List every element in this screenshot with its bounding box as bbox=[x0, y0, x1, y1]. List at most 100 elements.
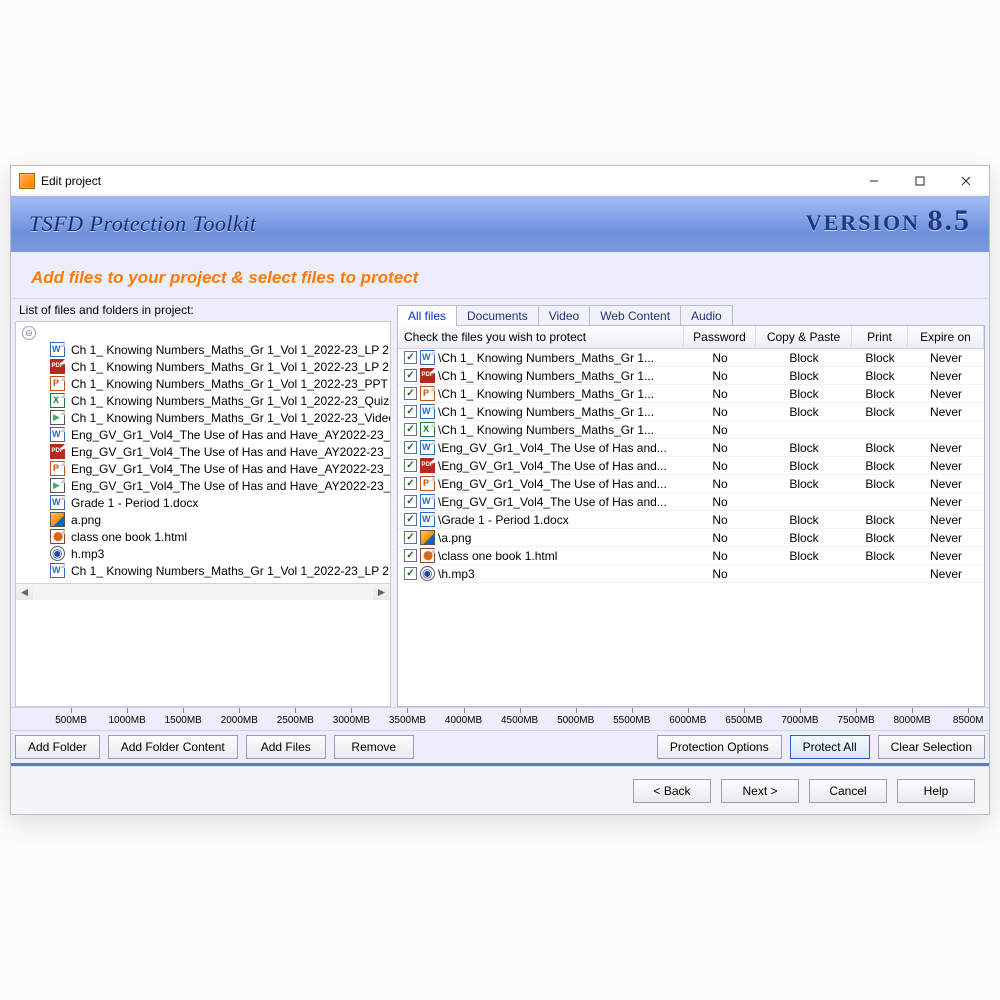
grid-row[interactable]: \Eng_GV_Gr1_Vol4_The Use of Has and...No… bbox=[398, 439, 984, 457]
row-file-label: \h.mp3 bbox=[438, 567, 475, 581]
grid-row[interactable]: \Ch 1_ Knowing Numbers_Maths_Gr 1...NoBl… bbox=[398, 385, 984, 403]
project-files-label: List of files and folders in project: bbox=[15, 303, 391, 321]
grid-row[interactable]: \Eng_GV_Gr1_Vol4_The Use of Has and...No… bbox=[398, 457, 984, 475]
grid-body[interactable]: \Ch 1_ Knowing Numbers_Maths_Gr 1...NoBl… bbox=[398, 349, 984, 583]
add-folder-content-button[interactable]: Add Folder Content bbox=[108, 735, 238, 759]
row-print: Block bbox=[852, 387, 908, 401]
next-button[interactable]: Next > bbox=[721, 779, 799, 803]
window-title: Edit project bbox=[41, 174, 101, 188]
row-checkbox[interactable] bbox=[404, 531, 417, 544]
tree-item[interactable]: a.png bbox=[22, 511, 390, 528]
file-type-tabs: All filesDocumentsVideoWeb ContentAudio bbox=[397, 303, 985, 325]
row-checkbox[interactable] bbox=[404, 351, 417, 364]
tree-item-label: Eng_GV_Gr1_Vol4_The Use of Has and Have_… bbox=[69, 428, 391, 442]
tab-web-content[interactable]: Web Content bbox=[589, 305, 681, 326]
protect-all-button[interactable]: Protect All bbox=[790, 735, 870, 759]
grid-row[interactable]: \a.pngNoBlockBlockNever bbox=[398, 529, 984, 547]
tree-item[interactable]: Ch 1_ Knowing Numbers_Maths_Gr 1_Vol 1_2… bbox=[22, 562, 390, 579]
tree-item[interactable]: Ch 1_ Knowing Numbers_Maths_Gr 1_Vol 1_2… bbox=[22, 392, 390, 409]
row-expire: Never bbox=[908, 387, 984, 401]
xlsx-file-icon bbox=[50, 393, 65, 408]
grid-row[interactable]: \Ch 1_ Knowing Numbers_Maths_Gr 1...NoBl… bbox=[398, 367, 984, 385]
row-copy: Block bbox=[756, 369, 852, 383]
tree-item-label: Ch 1_ Knowing Numbers_Maths_Gr 1_Vol 1_2… bbox=[69, 343, 391, 357]
scroll-left-icon[interactable]: ◄ bbox=[16, 585, 33, 600]
cd-root-icon: ⊝ bbox=[22, 326, 36, 340]
tree-horizontal-scrollbar[interactable]: ◄ ► bbox=[16, 583, 390, 600]
tree-item[interactable]: Ch 1_ Knowing Numbers_Maths_Gr 1_Vol 1_2… bbox=[22, 409, 390, 426]
protection-options-button[interactable]: Protection Options bbox=[657, 735, 782, 759]
help-button[interactable]: Help bbox=[897, 779, 975, 803]
tree-item[interactable]: Grade 1 - Period 1.docx bbox=[22, 494, 390, 511]
row-checkbox[interactable] bbox=[404, 441, 417, 454]
row-checkbox[interactable] bbox=[404, 477, 417, 490]
back-button[interactable]: < Back bbox=[633, 779, 711, 803]
scroll-right-icon[interactable]: ► bbox=[373, 585, 390, 600]
tree-item[interactable]: class one book 1.html bbox=[22, 528, 390, 545]
grid-row[interactable]: \Ch 1_ Knowing Numbers_Maths_Gr 1...NoBl… bbox=[398, 349, 984, 367]
mp4-file-icon bbox=[50, 478, 65, 493]
ruler-label: 8000MB bbox=[893, 715, 930, 726]
col-expire-header[interactable]: Expire on bbox=[908, 326, 984, 348]
minimize-button[interactable] bbox=[851, 166, 897, 196]
col-file-header[interactable]: Check the files you wish to protect bbox=[398, 326, 684, 348]
row-checkbox[interactable] bbox=[404, 549, 417, 562]
grid-row[interactable]: \Grade 1 - Period 1.docxNoBlockBlockNeve… bbox=[398, 511, 984, 529]
tree-item[interactable]: Eng_GV_Gr1_Vol4_The Use of Has and Have_… bbox=[22, 426, 390, 443]
ruler-label: 5000MB bbox=[557, 715, 594, 726]
row-checkbox[interactable] bbox=[404, 513, 417, 526]
remove-button[interactable]: Remove bbox=[334, 735, 414, 759]
grid-header: Check the files you wish to protect Pass… bbox=[398, 326, 984, 349]
col-copy-header[interactable]: Copy & Paste bbox=[756, 326, 852, 348]
clear-selection-button[interactable]: Clear Selection bbox=[878, 735, 985, 759]
tab-all-files[interactable]: All files bbox=[397, 305, 457, 326]
row-checkbox[interactable] bbox=[404, 459, 417, 472]
grid-row[interactable]: \class one book 1.htmlNoBlockBlockNever bbox=[398, 547, 984, 565]
row-expire: Never bbox=[908, 369, 984, 383]
cancel-button[interactable]: Cancel bbox=[809, 779, 887, 803]
maximize-button[interactable] bbox=[897, 166, 943, 196]
ruler-label: 7000MB bbox=[781, 715, 818, 726]
tree-item[interactable]: Ch 1_ Knowing Numbers_Maths_Gr 1_Vol 1_2… bbox=[22, 341, 390, 358]
col-password-header[interactable]: Password bbox=[684, 326, 756, 348]
close-button[interactable] bbox=[943, 166, 989, 196]
tree-item[interactable]: Eng_GV_Gr1_Vol4_The Use of Has and Have_… bbox=[22, 460, 390, 477]
col-print-header[interactable]: Print bbox=[852, 326, 908, 348]
grid-row[interactable]: \Eng_GV_Gr1_Vol4_The Use of Has and...No… bbox=[398, 475, 984, 493]
work-area: List of files and folders in project: ⊝ … bbox=[11, 299, 989, 707]
row-print: Block bbox=[852, 441, 908, 455]
doc-file-icon bbox=[420, 404, 435, 419]
titlebar: Edit project bbox=[11, 166, 989, 196]
grid-row[interactable]: \Eng_GV_Gr1_Vol4_The Use of Has and...No… bbox=[398, 493, 984, 511]
row-file-label: \Ch 1_ Knowing Numbers_Maths_Gr 1... bbox=[438, 405, 654, 419]
tree-item[interactable]: Ch 1_ Knowing Numbers_Maths_Gr 1_Vol 1_2… bbox=[22, 358, 390, 375]
tab-documents[interactable]: Documents bbox=[456, 305, 539, 326]
grid-row[interactable]: \Ch 1_ Knowing Numbers_Maths_Gr 1...NoBl… bbox=[398, 403, 984, 421]
row-password: No bbox=[684, 441, 756, 455]
mp3-file-icon bbox=[50, 546, 65, 561]
grid-row[interactable]: \h.mp3NoNever bbox=[398, 565, 984, 583]
project-files-tree[interactable]: ⊝ Ch 1_ Knowing Numbers_Maths_Gr 1_Vol 1… bbox=[15, 321, 391, 707]
row-checkbox[interactable] bbox=[404, 567, 417, 580]
row-checkbox[interactable] bbox=[404, 387, 417, 400]
row-copy: Block bbox=[756, 351, 852, 365]
tree-item[interactable]: Ch 1_ Knowing Numbers_Maths_Gr 1_Vol 1_2… bbox=[22, 375, 390, 392]
grid-row[interactable]: \Ch 1_ Knowing Numbers_Maths_Gr 1...No bbox=[398, 421, 984, 439]
row-checkbox[interactable] bbox=[404, 495, 417, 508]
ruler-label: 1500MB bbox=[165, 715, 202, 726]
row-file-label: \Grade 1 - Period 1.docx bbox=[438, 513, 569, 527]
add-files-button[interactable]: Add Files bbox=[246, 735, 326, 759]
row-file-label: \Ch 1_ Knowing Numbers_Maths_Gr 1... bbox=[438, 351, 654, 365]
row-checkbox[interactable] bbox=[404, 423, 417, 436]
tab-audio[interactable]: Audio bbox=[680, 305, 733, 326]
row-checkbox[interactable] bbox=[404, 405, 417, 418]
add-folder-button[interactable]: Add Folder bbox=[15, 735, 100, 759]
tree-item[interactable]: Eng_GV_Gr1_Vol4_The Use of Has and Have_… bbox=[22, 477, 390, 494]
tree-item[interactable]: Eng_GV_Gr1_Vol4_The Use of Has and Have_… bbox=[22, 443, 390, 460]
tab-video[interactable]: Video bbox=[538, 305, 590, 326]
ruler-label: 6500MB bbox=[725, 715, 762, 726]
pdf-file-icon bbox=[50, 444, 65, 459]
row-checkbox[interactable] bbox=[404, 369, 417, 382]
tree-item[interactable]: h.mp3 bbox=[22, 545, 390, 562]
tree-root[interactable]: ⊝ bbox=[22, 326, 390, 340]
